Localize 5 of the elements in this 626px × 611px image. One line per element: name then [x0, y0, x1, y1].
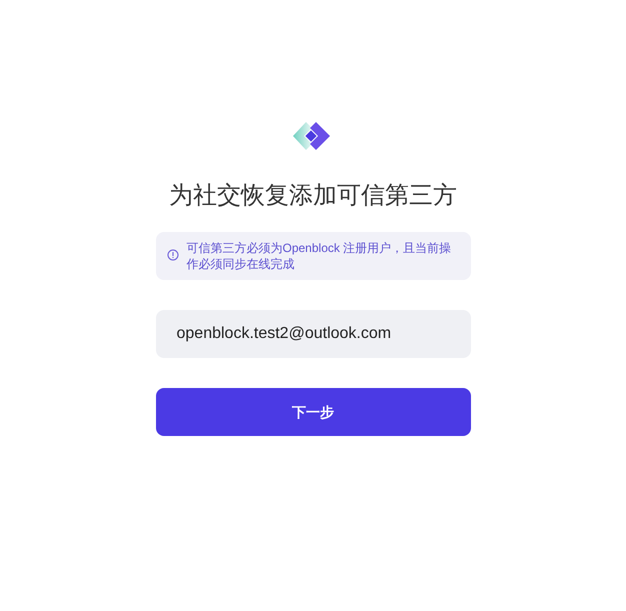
email-field[interactable]: openblock.test2@outlook.com [156, 310, 470, 358]
notice-text: 可信第三方必须为Openblock 注册用户，且当前操作必须同步在线完成 [186, 240, 452, 272]
next-button[interactable]: 下一步 [156, 388, 470, 436]
page-title: 为社交恢复添加可信第三方 [169, 181, 457, 211]
info-icon [166, 249, 178, 261]
